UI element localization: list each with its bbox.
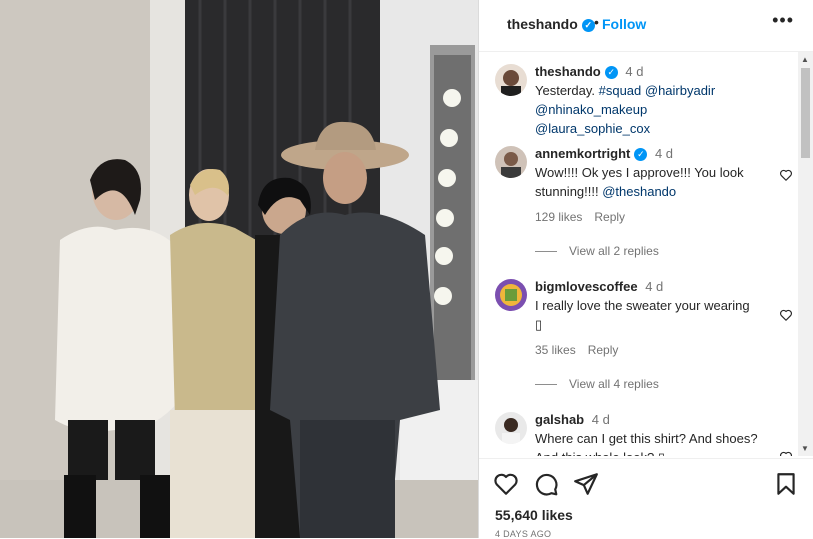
comment-username[interactable]: annemkortright — [535, 146, 630, 161]
comment-body: annemkortright ✓ 4 d Wow!!!! Ok yes I app… — [535, 144, 760, 201]
avatar[interactable] — [495, 279, 527, 311]
avatar[interactable] — [495, 146, 527, 178]
post-actions: 55,640 likes 4 DAYS AGO — [479, 458, 813, 539]
caption-time[interactable]: 4 d — [625, 64, 643, 79]
comment-mention[interactable]: @theshando — [602, 184, 676, 199]
comment-username[interactable]: bigmlovescoffee — [535, 279, 638, 294]
avatar-image — [495, 146, 527, 178]
verified-badge-icon: ✓ — [634, 148, 648, 161]
comments-list: theshando ✓ 4 d Yesterday. #squad @hairby… — [479, 52, 799, 456]
comment-meta: 129 likes Reply — [535, 210, 637, 224]
verified-badge-icon: ✓ — [604, 66, 618, 79]
post-photo[interactable] — [0, 0, 478, 538]
comment-time[interactable]: 4 d — [645, 279, 663, 294]
scrollbar-thumb[interactable] — [801, 68, 810, 158]
comments-scrollbar[interactable]: ▲ ▼ — [798, 52, 813, 456]
heart-icon[interactable] — [493, 471, 519, 497]
comment-likes[interactable]: 129 likes — [535, 210, 582, 224]
comment-likes[interactable]: 35 likes — [535, 343, 576, 357]
scroll-down-arrow-icon[interactable]: ▼ — [801, 444, 809, 453]
comment-body: bigmlovescoffee 4 d I really love the sw… — [535, 277, 760, 334]
comment-body: galshab 4 d Where can I get this shirt? … — [535, 410, 760, 456]
scroll-up-arrow-icon[interactable]: ▲ — [801, 55, 809, 64]
comment-time[interactable]: 4 d — [655, 146, 673, 161]
view-replies-button[interactable]: View all 2 replies — [535, 244, 659, 258]
post-header: theshando ✓ • Follow ••• — [479, 0, 813, 52]
post-author-username[interactable]: theshando ✓ — [507, 16, 595, 32]
avatar-image — [495, 64, 527, 96]
reply-button[interactable]: Reply — [594, 210, 625, 224]
bookmark-icon[interactable] — [773, 471, 799, 497]
avatar[interactable] — [495, 64, 527, 96]
comment-text: I really love the sweater your wearing ▯ — [535, 298, 750, 332]
caption-body: theshando ✓ 4 d Yesterday. #squad @hairby… — [535, 62, 760, 138]
caption-username[interactable]: theshando — [535, 64, 601, 79]
verified-badge-icon: ✓ — [581, 19, 595, 32]
post-detail-panel: theshando ✓ • Follow ••• theshando ✓ 4 d Y… — [478, 0, 813, 539]
caption-text: Yesterday. — [535, 83, 599, 98]
more-options-icon[interactable]: ••• — [772, 10, 794, 31]
comment-username[interactable]: galshab — [535, 412, 584, 427]
comment-icon[interactable] — [533, 471, 559, 497]
post-photo-image — [0, 0, 478, 538]
comment-meta: 35 likes Reply — [535, 343, 630, 357]
share-icon[interactable] — [573, 471, 599, 497]
avatar[interactable] — [495, 412, 527, 444]
avatar-image — [495, 279, 527, 311]
comment-text: Where can I get this shirt? And shoes? A… — [535, 431, 758, 456]
like-comment-heart-icon[interactable] — [779, 308, 793, 322]
comment-time[interactable]: 4 d — [592, 412, 610, 427]
view-replies-button[interactable]: View all 4 replies — [535, 377, 659, 391]
replies-divider — [535, 251, 557, 253]
post-likes-count[interactable]: 55,640 likes — [495, 507, 573, 523]
like-comment-heart-icon[interactable] — [779, 168, 793, 182]
reply-button[interactable]: Reply — [588, 343, 619, 357]
avatar-image — [495, 412, 527, 444]
like-comment-heart-icon[interactable] — [779, 450, 793, 456]
replies-divider — [535, 384, 557, 386]
follow-button[interactable]: Follow — [602, 16, 646, 32]
separator-dot: • — [594, 14, 599, 30]
